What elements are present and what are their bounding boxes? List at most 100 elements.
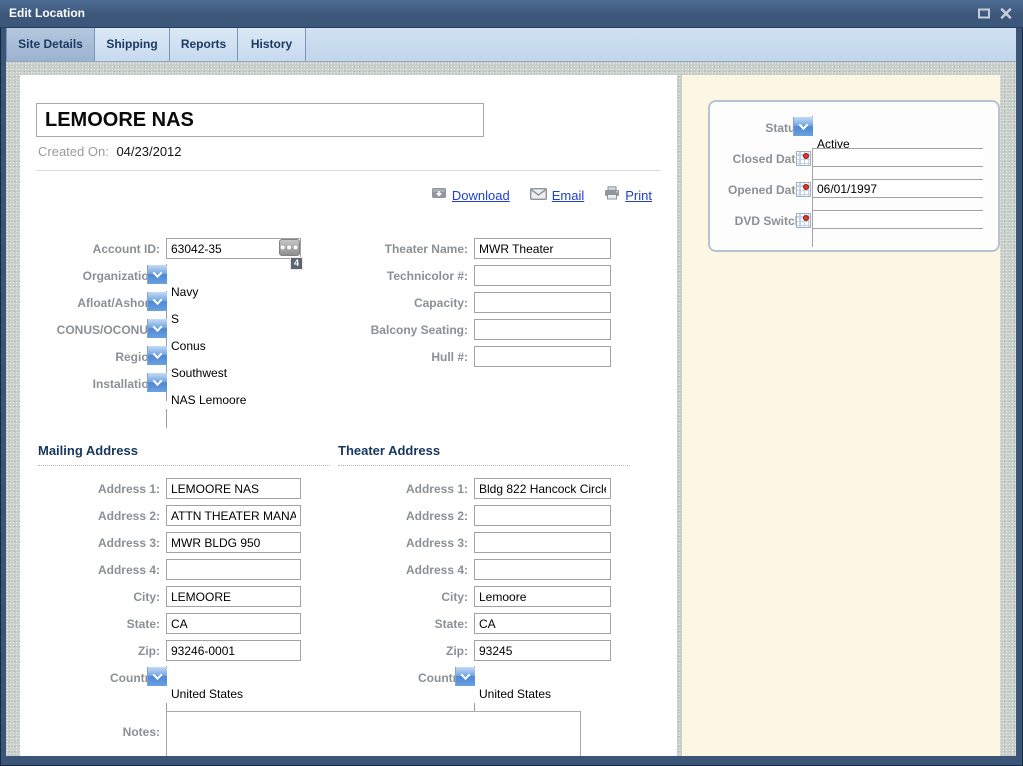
calendar-icon[interactable] bbox=[796, 182, 811, 197]
site-name-input[interactable] bbox=[36, 103, 484, 137]
theater-name-label: Theater Name: bbox=[332, 242, 474, 256]
window-title: Edit Location bbox=[9, 0, 85, 27]
print-link-text[interactable]: Print bbox=[625, 188, 652, 203]
address-1-control bbox=[474, 478, 611, 499]
address-2-row: Address 2: bbox=[332, 502, 611, 529]
state-input[interactable] bbox=[166, 613, 301, 634]
state-row: State: bbox=[332, 610, 611, 637]
address-1-input[interactable] bbox=[474, 478, 611, 499]
city-label: City: bbox=[28, 590, 166, 604]
organization-control: Navy bbox=[166, 265, 301, 286]
region-row: Region:Southwest bbox=[28, 343, 301, 370]
zip-row: Zip: bbox=[28, 637, 301, 664]
state-input[interactable] bbox=[474, 613, 611, 634]
created-on: Created On: 04/23/2012 bbox=[38, 144, 182, 159]
city-row: City: bbox=[332, 583, 611, 610]
chevron-down-icon[interactable] bbox=[793, 117, 813, 136]
country-selected-value: United States bbox=[166, 685, 301, 704]
chevron-down-icon[interactable] bbox=[147, 292, 167, 311]
calendar-icon[interactable] bbox=[796, 151, 811, 166]
chevron-down-icon[interactable] bbox=[147, 319, 167, 338]
balcony-seating-control bbox=[474, 319, 611, 340]
chevron-down-icon[interactable] bbox=[147, 265, 167, 284]
organization-label: Organization: bbox=[28, 269, 166, 283]
created-on-value: 04/23/2012 bbox=[116, 144, 181, 159]
address-3-label: Address 3: bbox=[332, 536, 474, 550]
address-4-row: Address 4: bbox=[332, 556, 611, 583]
city-input[interactable] bbox=[474, 586, 611, 607]
site-form-right: Theater Name:Technicolor #:Capacity:Balc… bbox=[332, 235, 611, 370]
email-link[interactable]: Email bbox=[530, 187, 585, 205]
calendar-icon[interactable] bbox=[796, 213, 811, 228]
technicolor-row: Technicolor #: bbox=[332, 262, 611, 289]
address-4-input[interactable] bbox=[166, 559, 301, 580]
address-1-input[interactable] bbox=[166, 478, 301, 499]
installation-select[interactable]: NAS Lemoore bbox=[166, 372, 301, 428]
download-link[interactable]: Download bbox=[431, 186, 510, 205]
dvd-switch-row: DVD Switch: bbox=[710, 205, 998, 236]
status-row: Status:Active bbox=[710, 112, 998, 143]
zip-input[interactable] bbox=[474, 640, 611, 661]
chevron-down-icon[interactable] bbox=[147, 667, 167, 686]
closed-date-input[interactable] bbox=[813, 148, 983, 167]
status-control: Active bbox=[812, 117, 982, 138]
address-3-input[interactable] bbox=[474, 532, 611, 553]
address-3-label: Address 3: bbox=[28, 536, 166, 550]
afloat-ashore-row: Afloat/Ashore:S bbox=[28, 289, 301, 316]
notes-textarea[interactable] bbox=[166, 711, 581, 756]
address-3-control bbox=[474, 532, 611, 553]
email-icon bbox=[530, 187, 547, 205]
tab-shipping[interactable]: Shipping bbox=[95, 28, 170, 61]
address-4-input[interactable] bbox=[474, 559, 611, 580]
balcony-seating-row: Balcony Seating: bbox=[332, 316, 611, 343]
city-row: City: bbox=[28, 583, 301, 610]
city-label: City: bbox=[332, 590, 474, 604]
address-2-input[interactable] bbox=[166, 505, 301, 526]
city-control bbox=[474, 586, 611, 607]
region-label: Region: bbox=[28, 350, 166, 364]
dvd-switch-control bbox=[812, 210, 982, 231]
address-3-input[interactable] bbox=[166, 532, 301, 553]
chevron-down-icon[interactable] bbox=[455, 667, 475, 686]
installation-control: NAS Lemoore bbox=[166, 373, 301, 394]
zip-control bbox=[474, 640, 611, 661]
zip-input[interactable] bbox=[166, 640, 301, 661]
opened-date-input[interactable] bbox=[813, 179, 983, 198]
account-id-control: ●●●4 bbox=[166, 238, 301, 259]
state-row: State: bbox=[28, 610, 301, 637]
maximize-icon[interactable] bbox=[976, 6, 991, 21]
print-link[interactable]: Print bbox=[604, 186, 652, 205]
installation-row: Installation:NAS Lemoore bbox=[28, 370, 301, 397]
opened-date-row: Opened Date: bbox=[710, 174, 998, 205]
tab-history[interactable]: History bbox=[238, 28, 306, 61]
technicolor-input[interactable] bbox=[474, 265, 611, 286]
hull-control bbox=[474, 346, 611, 367]
state-label: State: bbox=[332, 617, 474, 631]
tab-reports[interactable]: Reports bbox=[170, 28, 238, 61]
balcony-seating-input[interactable] bbox=[474, 319, 611, 340]
hull-label: Hull #: bbox=[332, 350, 474, 364]
close-icon[interactable] bbox=[998, 6, 1013, 21]
email-link-text[interactable]: Email bbox=[552, 188, 585, 203]
zip-label: Zip: bbox=[332, 644, 474, 658]
capacity-input[interactable] bbox=[474, 292, 611, 313]
address-1-label: Address 1: bbox=[28, 482, 166, 496]
chevron-down-icon[interactable] bbox=[147, 373, 167, 392]
address-4-control bbox=[166, 559, 301, 580]
dvd-switch-input[interactable] bbox=[813, 210, 983, 229]
theater-address-form: Address 1:Address 2: Address 3: Address 4:… bbox=[332, 475, 611, 691]
country-row: Country:United States bbox=[28, 664, 301, 691]
address-1-row: Address 1: bbox=[332, 475, 611, 502]
theater-name-input[interactable] bbox=[474, 238, 611, 259]
region-control: Southwest bbox=[166, 346, 301, 367]
chevron-down-icon[interactable] bbox=[147, 346, 167, 365]
state-control bbox=[474, 613, 611, 634]
created-on-label: Created On: bbox=[38, 144, 109, 159]
download-link-text[interactable]: Download bbox=[452, 188, 510, 203]
hull-input[interactable] bbox=[474, 346, 611, 367]
address-2-input[interactable] bbox=[474, 505, 611, 526]
tab-site-details[interactable]: Site Details bbox=[6, 28, 95, 61]
address-1-row: Address 1: bbox=[28, 475, 301, 502]
city-input[interactable] bbox=[166, 586, 301, 607]
ellipsis-button[interactable]: ●●● bbox=[279, 239, 300, 256]
